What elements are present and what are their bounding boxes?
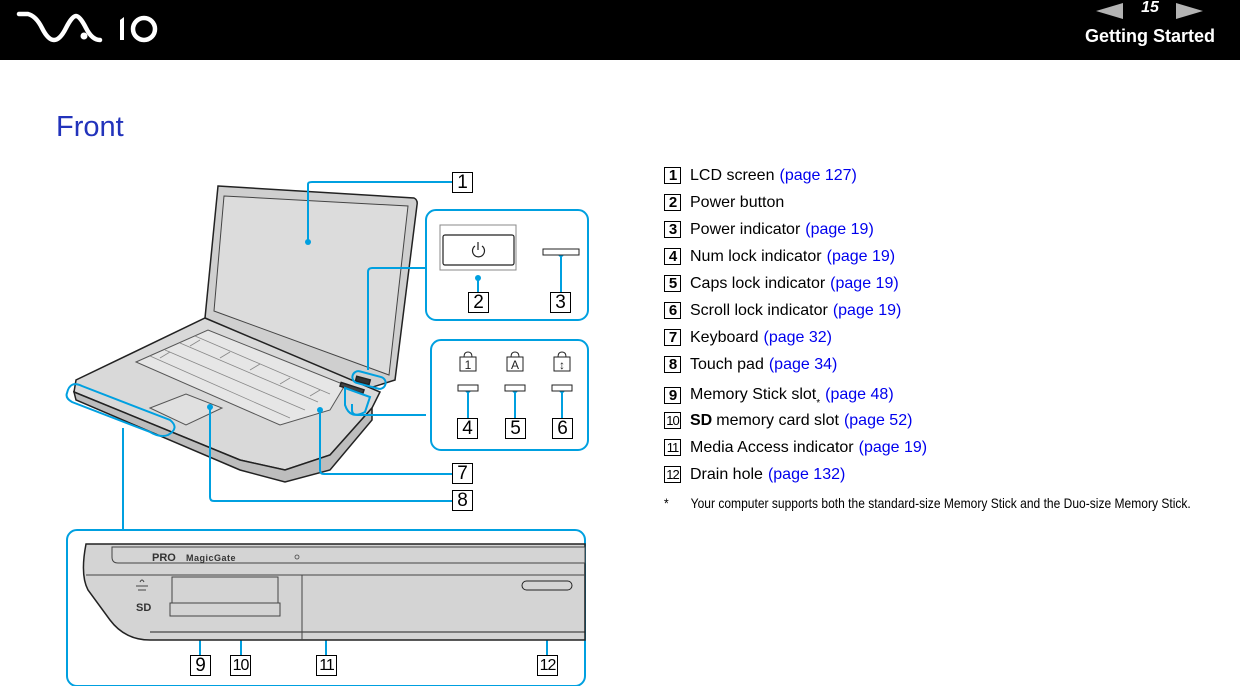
- legend-item: 4 Num lock indicator (page 19): [664, 243, 1224, 270]
- legend-number: 6: [664, 302, 681, 319]
- legend-label: Media Access indicator: [690, 438, 854, 456]
- legend-item: 10 SD memory card slot (page 52): [664, 407, 1224, 434]
- legend-item: 1 LCD screen (page 127): [664, 162, 1224, 189]
- legend-label: LCD screen: [690, 166, 775, 184]
- legend-label: memory card slot: [716, 411, 839, 429]
- callout-10: 10: [230, 655, 251, 676]
- page-number: 15: [1141, 0, 1159, 16]
- legend-item: 12 Drain hole (page 132): [664, 461, 1224, 488]
- legend-label: Keyboard: [690, 328, 759, 346]
- previous-page-arrow-icon[interactable]: [1096, 3, 1123, 19]
- legend-number: 8: [664, 356, 681, 373]
- callout-2: 2: [468, 292, 489, 313]
- legend-number: 11: [664, 439, 681, 456]
- caps-lock-glyph: A: [511, 358, 519, 372]
- page-link[interactable]: (page 19): [827, 248, 896, 266]
- legend-number: 2: [664, 194, 681, 211]
- callout-12: 12: [537, 655, 558, 676]
- legend-number: 5: [664, 275, 681, 292]
- callout-7: 7: [452, 463, 473, 484]
- callout-9: 9: [190, 655, 211, 676]
- page-link[interactable]: (page 52): [844, 412, 913, 430]
- legend-item: 9 Memory Stick slot * (page 48): [664, 378, 1224, 409]
- callout-6: 6: [552, 418, 573, 439]
- legend-label: Power indicator: [690, 220, 801, 238]
- legend-number: 9: [664, 387, 681, 404]
- legend-number: 3: [664, 221, 681, 238]
- page-link[interactable]: (page 19): [805, 221, 874, 239]
- next-page-arrow-icon[interactable]: [1176, 3, 1203, 19]
- callout-11: 11: [316, 655, 337, 676]
- legend-label-bold: SD: [690, 411, 713, 429]
- page-link[interactable]: (page 19): [830, 275, 899, 293]
- legend-number: 7: [664, 329, 681, 346]
- legend-item: 2 Power button: [664, 189, 1224, 216]
- legend-label: Power button: [690, 193, 785, 211]
- callout-4: 4: [457, 418, 478, 439]
- laptop-front-diagram: 1 A ↕ PRO MagicGate SD: [65, 181, 589, 686]
- footnote-text: Your computer supports both the standard…: [690, 495, 1191, 511]
- pro-label: PRO: [152, 552, 176, 564]
- page-link[interactable]: (page 19): [833, 302, 902, 320]
- section-title: Getting Started: [1084, 26, 1215, 46]
- page-link[interactable]: (page 34): [769, 356, 838, 374]
- legend-label: Drain hole: [690, 465, 763, 483]
- legend-item: 6 Scroll lock indicator (page 19): [664, 297, 1224, 324]
- sd-label: SD: [136, 602, 151, 614]
- footnote: * Your computer supports both the standa…: [664, 494, 1206, 512]
- legend-item: 8 Touch pad (page 34): [664, 351, 1224, 378]
- legend-item: 7 Keyboard (page 32): [664, 324, 1224, 351]
- legend-label: Scroll lock indicator: [690, 301, 828, 319]
- page-link[interactable]: (page 19): [859, 439, 928, 457]
- component-legend: 1 LCD screen (page 127) 2 Power button 3…: [664, 162, 1224, 512]
- legend-number: 4: [664, 248, 681, 265]
- page-link[interactable]: (page 132): [768, 466, 845, 484]
- legend-item: 3 Power indicator (page 19): [664, 216, 1224, 243]
- num-lock-glyph: 1: [465, 358, 472, 372]
- page-link[interactable]: (page 48): [825, 386, 894, 404]
- legend-number: 12: [664, 466, 681, 483]
- magicgate-label: MagicGate: [186, 553, 236, 563]
- legend-label: Touch pad: [690, 355, 764, 373]
- laptop-illustration: [72, 185, 418, 483]
- scroll-lock-glyph: ↕: [559, 358, 565, 372]
- callout-5: 5: [505, 418, 526, 439]
- callout-8: 8: [452, 490, 473, 511]
- legend-label: Num lock indicator: [690, 247, 822, 265]
- power-button-illustration: [439, 224, 580, 271]
- page-link[interactable]: (page 127): [779, 167, 856, 185]
- page-link[interactable]: (page 32): [764, 329, 833, 347]
- legend-item: 11 Media Access indicator (page 19): [664, 434, 1224, 461]
- legend-number: 10: [664, 412, 681, 429]
- footnote-star: *: [664, 495, 669, 511]
- legend-number: 1: [664, 167, 681, 184]
- legend-label: Memory Stick slot: [690, 386, 817, 403]
- legend-label: Caps lock indicator: [690, 274, 826, 292]
- callout-1: 1: [452, 172, 473, 193]
- callout-3: 3: [550, 292, 571, 313]
- legend-item: 5 Caps lock indicator (page 19): [664, 270, 1224, 297]
